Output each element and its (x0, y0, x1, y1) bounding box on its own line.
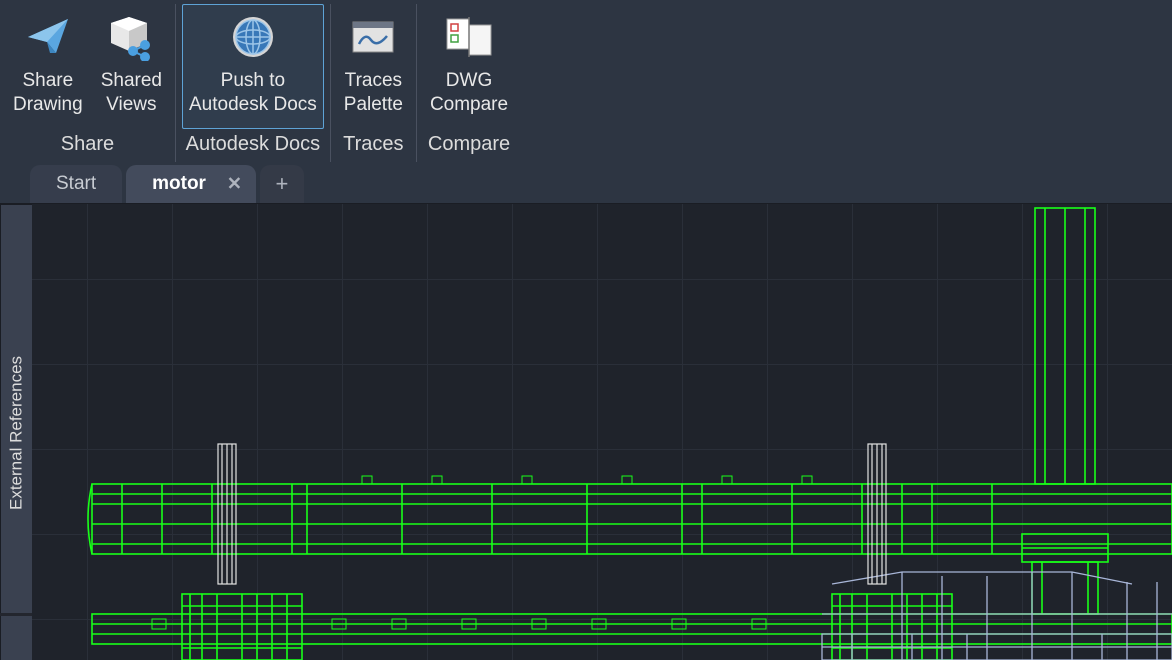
share-drawing-label: Share Drawing (13, 69, 83, 117)
tab-motor[interactable]: motor ✕ (126, 165, 256, 203)
ribbon-panel-compare: DWG Compare Compare (417, 4, 521, 162)
traces-palette-label: Traces Palette (344, 69, 403, 117)
panel-title-autodesk-docs: Autodesk Docs (186, 129, 321, 162)
external-references-title: External References (7, 355, 27, 509)
main-area: External References (0, 204, 1172, 660)
ribbon-panel-autodesk-docs: Push to Autodesk Docs Autodesk Docs (176, 4, 331, 162)
tab-motor-label: motor (152, 173, 206, 195)
cube-share-icon (105, 11, 157, 63)
drawing-canvas[interactable] (32, 204, 1172, 660)
wireframe-drawing (32, 204, 1172, 660)
globe-icon (227, 11, 279, 63)
palette-separator (0, 613, 32, 616)
push-to-autodesk-docs-button[interactable]: Push to Autodesk Docs (182, 4, 324, 129)
close-icon[interactable]: ✕ (227, 174, 242, 195)
ribbon: Share Drawing Shared Views Shar (0, 0, 1172, 162)
tab-start[interactable]: Start (30, 165, 122, 203)
shared-views-button[interactable]: Shared Views (94, 4, 169, 129)
share-drawing-button[interactable]: Share Drawing (6, 4, 90, 129)
trace-icon (347, 11, 399, 63)
paper-plane-icon (22, 11, 74, 63)
panel-title-share: Share (61, 129, 114, 162)
external-references-palette[interactable]: External References (0, 204, 32, 660)
shared-views-label: Shared Views (101, 69, 162, 117)
compare-icon (443, 11, 495, 63)
traces-palette-button[interactable]: Traces Palette (337, 4, 410, 129)
push-to-docs-label: Push to Autodesk Docs (189, 69, 317, 117)
panel-title-traces: Traces (343, 129, 403, 162)
plus-icon: + (276, 171, 289, 197)
add-tab-button[interactable]: + (260, 165, 304, 203)
panel-title-compare: Compare (428, 129, 510, 162)
ribbon-panel-share: Share Drawing Shared Views Shar (0, 4, 176, 162)
dwg-compare-button[interactable]: DWG Compare (423, 4, 515, 129)
dwg-compare-label: DWG Compare (430, 69, 508, 117)
tab-start-label: Start (56, 173, 96, 195)
document-tab-bar: Start motor ✕ + (0, 162, 1172, 204)
ribbon-panel-traces: Traces Palette Traces (331, 4, 417, 162)
